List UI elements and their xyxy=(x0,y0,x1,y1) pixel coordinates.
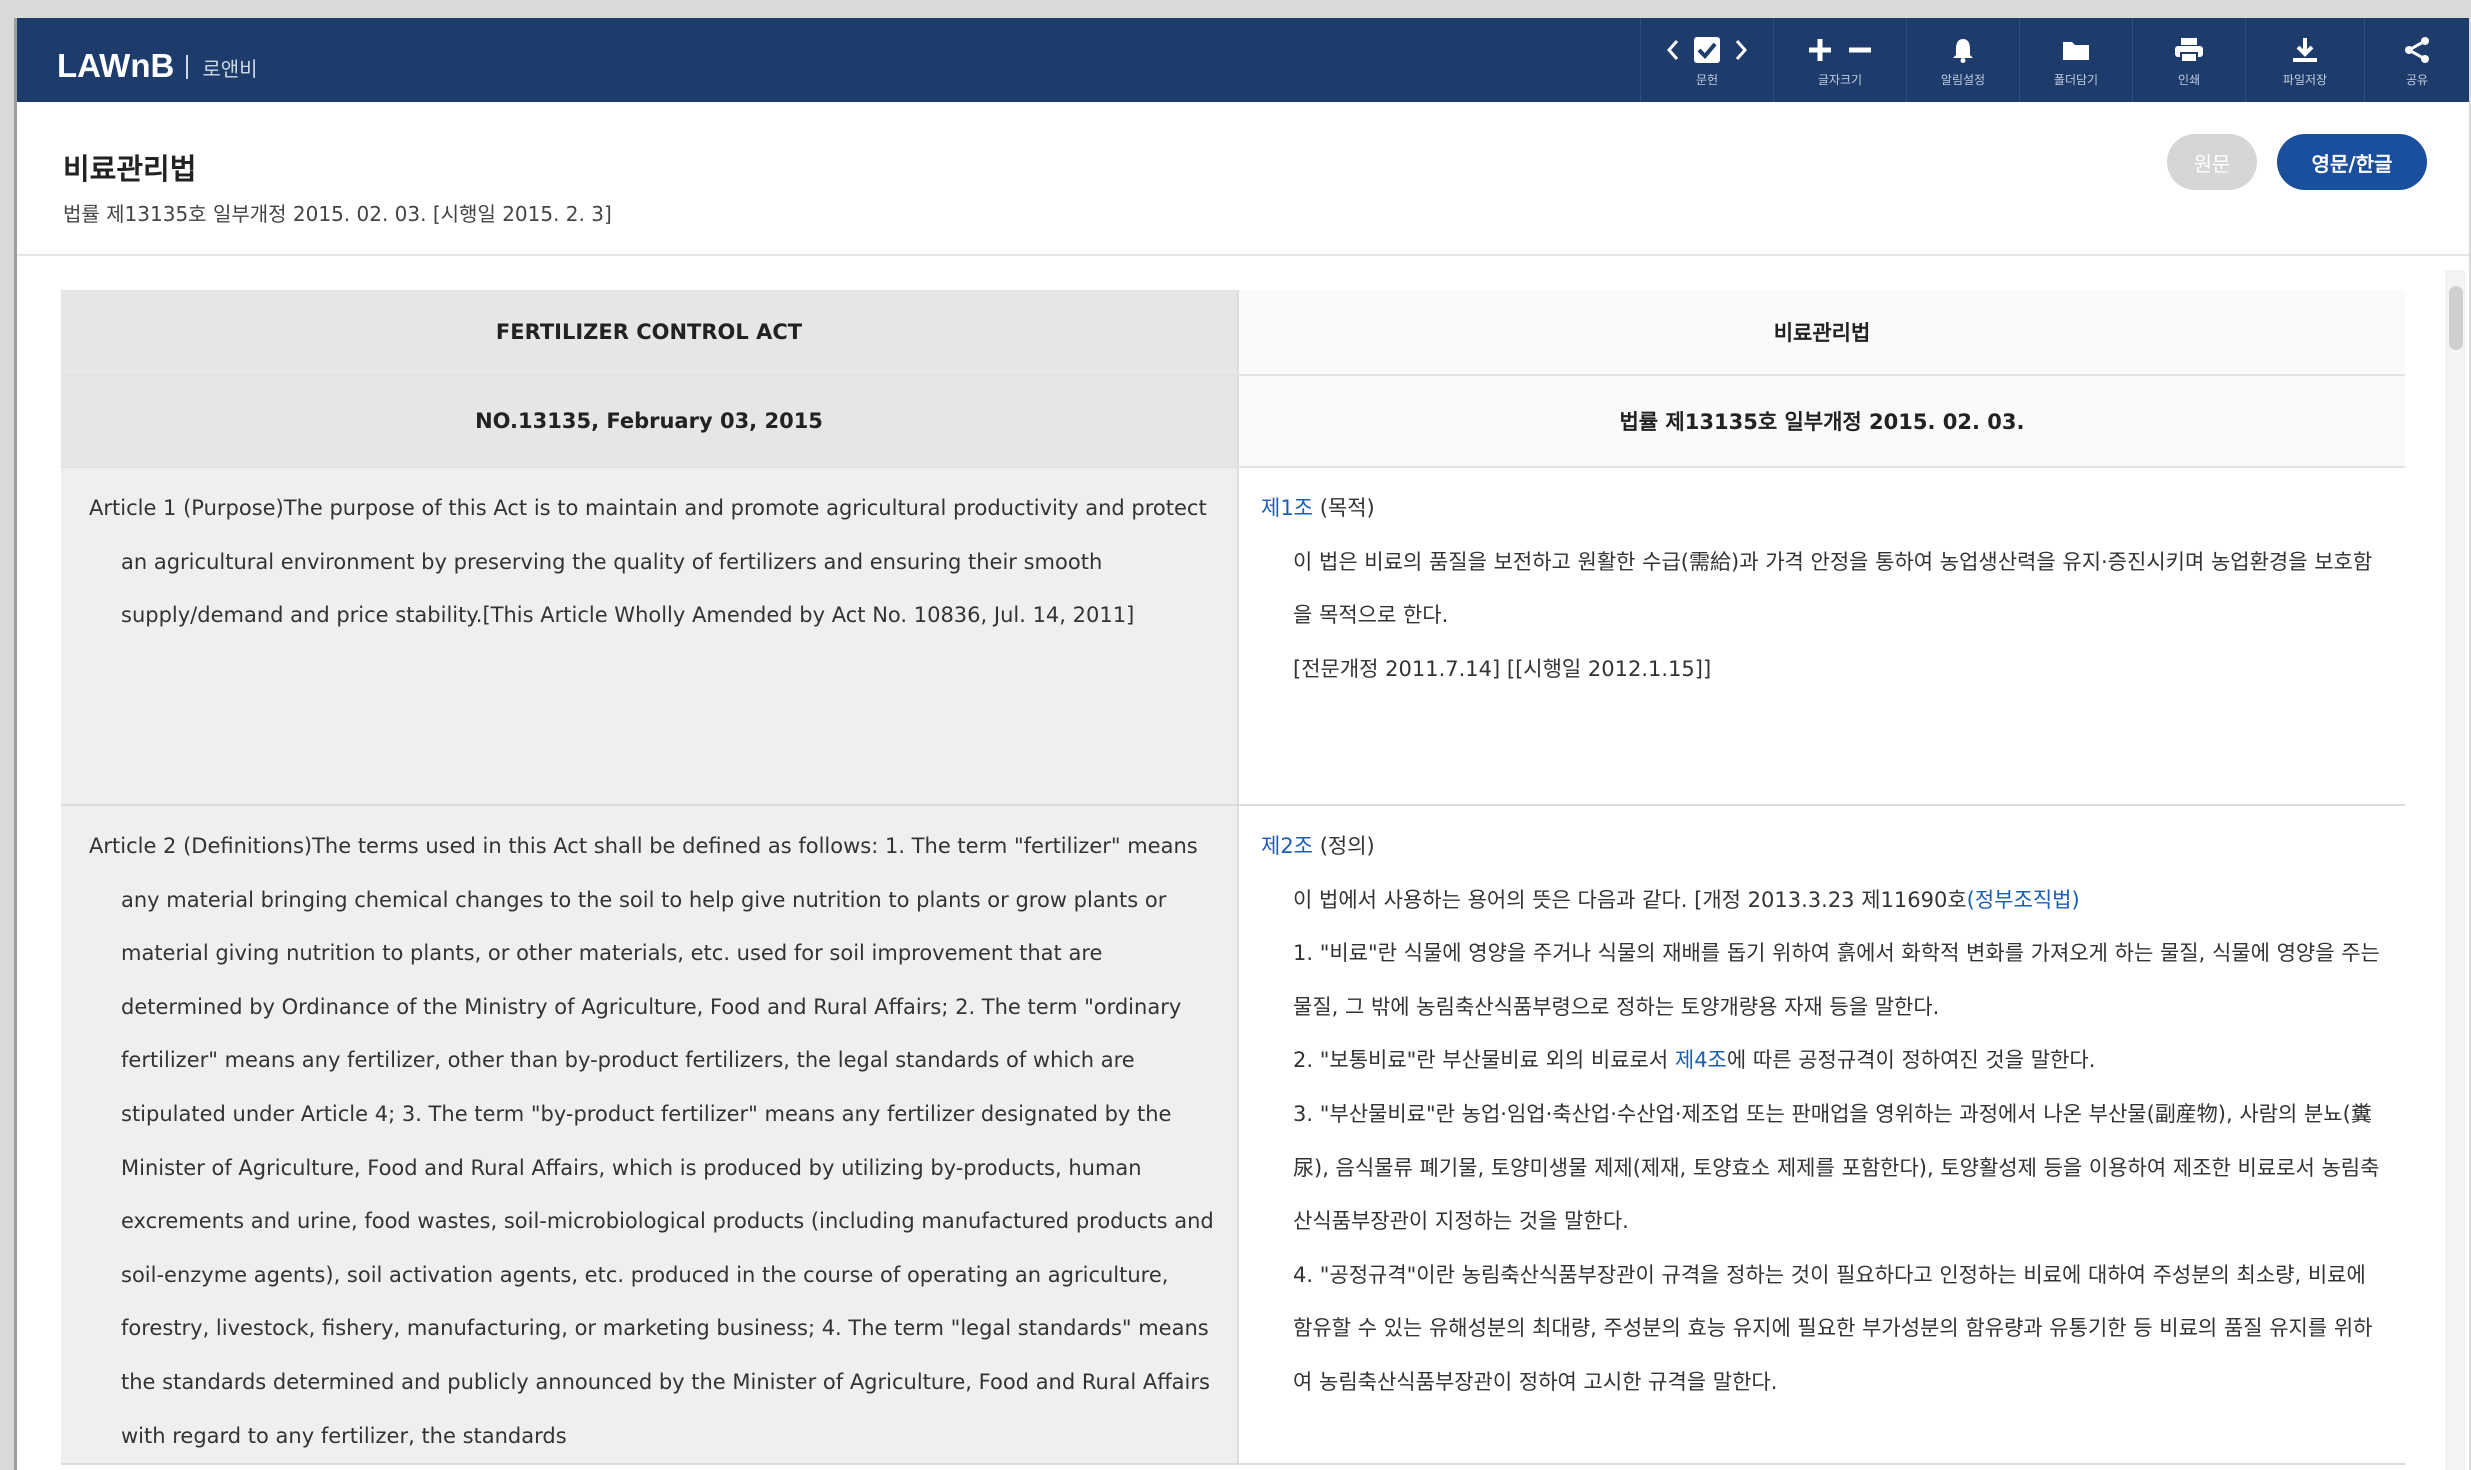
tool-label: 알림설정 xyxy=(1940,72,1986,87)
subheader-ko: 법률 제13135호 일부개정 2015. 02. 03. xyxy=(1238,375,2405,468)
table-header-row: FERTILIZER CONTROL ACT 비료관리법 xyxy=(61,290,2405,376)
article-2-ko-cell: 제2조 (정의) 이 법에서 사용하는 용어의 뜻은 다음과 같다. [개정 2… xyxy=(1238,805,2405,1466)
document-nav-tool[interactable]: 문헌 xyxy=(1640,18,1773,102)
tool-label: 파일저장 xyxy=(2282,72,2328,87)
chevron-right-icon[interactable] xyxy=(1735,39,1747,61)
download-icon xyxy=(2293,37,2317,62)
english-korean-view-button[interactable]: 영문/한글 xyxy=(2277,134,2427,190)
article-2-intro-text: 이 법에서 사용하는 용어의 뜻은 다음과 같다. [개정 2013.3.23 … xyxy=(1293,887,1967,912)
article-1-en-text: Article 1 (Purpose)The purpose of this A… xyxy=(89,496,1207,628)
bell-icon xyxy=(1953,38,1973,63)
print-icon xyxy=(2175,37,2203,63)
folder-icon xyxy=(2063,41,2089,60)
save-file-tool[interactable]: 파일저장 xyxy=(2245,18,2364,102)
article-4-link[interactable]: 제4조 xyxy=(1675,1048,1727,1072)
header-en: FERTILIZER CONTROL ACT xyxy=(61,290,1239,376)
logo[interactable]: LAWnB 로앤비 xyxy=(57,42,258,82)
tool-label: 공유 xyxy=(2405,72,2429,87)
scrollbar-thumb[interactable] xyxy=(2449,286,2463,350)
logo-text: LAWnB xyxy=(57,47,175,84)
original-view-button[interactable]: 원문 xyxy=(2167,134,2257,190)
article-1-link[interactable]: 제1조 xyxy=(1261,496,1313,520)
share-tool[interactable]: 공유 xyxy=(2364,18,2469,102)
article-2-link[interactable]: 제2조 xyxy=(1261,834,1313,858)
header-divider xyxy=(17,254,2469,256)
print-tool[interactable]: 인쇄 xyxy=(2132,18,2245,102)
article-1-ko-cell: 제1조 (목적) 이 법은 비료의 품질을 보전하고 원활한 수급(需給)과 가… xyxy=(1238,467,2405,806)
app-window: LAWnB 로앤비 문헌 글자크기 알림설정 폴더담기 인쇄 파일저장 공유 비… xyxy=(14,18,2469,1470)
header-ko: 비료관리법 xyxy=(1238,290,2405,376)
font-size-tool[interactable]: 글자크기 xyxy=(1773,18,1906,102)
article-2-item-3: 3. "부산물비료"란 농업·임업·축산업·수산업·제조업 또는 판매업을 영위… xyxy=(1293,1101,2380,1234)
checkbox-icon[interactable] xyxy=(1693,36,1721,64)
table-subheader-row: NO.13135, February 03, 2015 법률 제13135호 일… xyxy=(61,375,2405,468)
article-2-ko-title: (정의) xyxy=(1319,834,1375,858)
folder-tool[interactable]: 폴더담기 xyxy=(2019,18,2132,102)
article-2-ko-intro: 이 법에서 사용하는 용어의 뜻은 다음과 같다. [개정 2013.3.23 … xyxy=(1261,874,2383,928)
alert-tool[interactable]: 알림설정 xyxy=(1906,18,2019,102)
tool-label: 폴더담기 xyxy=(2053,72,2099,87)
article-1-ko-note: [전문개정 2011.7.14] [[시행일 2012.1.15]] xyxy=(1293,656,1712,681)
page-subtitle: 법률 제13135호 일부개정 2015. 02. 03. [시행일 2015.… xyxy=(63,202,612,226)
government-org-act-link[interactable]: (정부조직법) xyxy=(1967,888,2080,912)
article-2-en-text: Article 2 (Definitions)The terms used in… xyxy=(89,834,1214,1448)
article-2-item-2-text-a: 2. "보통비료"란 부산물비료 외의 비료로서 xyxy=(1293,1048,1669,1073)
minus-icon[interactable] xyxy=(1847,37,1873,63)
top-bar: LAWnB 로앤비 문헌 글자크기 알림설정 폴더담기 인쇄 파일저장 공유 xyxy=(17,18,2469,102)
article-1-ko-heading: 제1조 (목적) xyxy=(1261,482,2383,536)
plus-icon[interactable] xyxy=(1807,37,1833,63)
subheader-en: NO.13135, February 03, 2015 xyxy=(61,375,1239,468)
article-2-en-cell: Article 2 (Definitions)The terms used in… xyxy=(61,805,1239,1466)
share-icon xyxy=(2405,36,2429,63)
table-row-article-1: Article 1 (Purpose)The purpose of this A… xyxy=(61,467,2405,806)
article-2-item-4: 4. "공정규격"이란 농림축산식품부장관이 규격을 정하는 것이 필요하다고 … xyxy=(1293,1262,2373,1394)
article-2-ko-heading: 제2조 (정의) xyxy=(1261,820,2383,874)
scrollbar-track[interactable] xyxy=(2445,270,2465,1470)
tool-label: 글자크기 xyxy=(1817,72,1863,87)
article-2-item-2-text-b: 에 따른 공정규격이 정하여진 것을 말한다. xyxy=(1726,1048,2096,1073)
article-1-ko-title: (목적) xyxy=(1319,496,1375,520)
page-title: 비료관리법 xyxy=(63,152,197,186)
article-2-item-2: 2. "보통비료"란 부산물비료 외의 비료로서 제4조에 따른 공정규격이 정… xyxy=(1261,1034,2383,1088)
table-row-article-2: Article 2 (Definitions)The terms used in… xyxy=(61,805,2405,1466)
article-1-en-cell: Article 1 (Purpose)The purpose of this A… xyxy=(61,467,1239,806)
toolbar: 문헌 글자크기 알림설정 폴더담기 인쇄 파일저장 공유 xyxy=(1640,18,2469,102)
logo-divider xyxy=(186,55,189,79)
service-name: 로앤비 xyxy=(202,57,258,81)
tool-label: 문헌 xyxy=(1695,72,1719,87)
article-2-item-1: 1. "비료"란 식물에 영양을 주거나 식물의 재배를 돕기 위하여 흙에서 … xyxy=(1293,941,2380,1019)
bilingual-law-table: FERTILIZER CONTROL ACT 비료관리법 NO.13135, F… xyxy=(61,290,2405,1466)
article-1-ko-body: 이 법은 비료의 품질을 보전하고 원활한 수급(需給)과 가격 안정을 통하여… xyxy=(1293,549,2373,628)
tool-label: 인쇄 xyxy=(2177,72,2201,87)
chevron-left-icon[interactable] xyxy=(1667,39,1679,61)
